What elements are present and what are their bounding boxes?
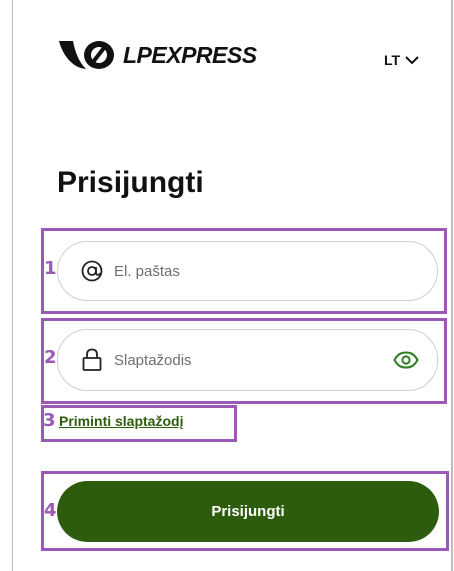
- callout-number-3: 3: [43, 410, 56, 431]
- email-field[interactable]: [57, 241, 438, 301]
- language-label: LT: [384, 52, 401, 68]
- password-input[interactable]: [114, 351, 393, 369]
- forgot-password-link[interactable]: Priminti slaptažodį: [59, 413, 183, 429]
- callout-number-4: 4: [44, 500, 57, 521]
- callout-number-1: 1: [44, 258, 57, 279]
- lock-icon: [80, 348, 104, 372]
- callout-number-2: 2: [44, 347, 57, 368]
- at-sign-icon: [80, 259, 104, 283]
- frame-border-right: [451, 0, 453, 571]
- lpexpress-logo-icon: [59, 41, 114, 69]
- frame-border-left: [12, 0, 13, 571]
- password-field[interactable]: [57, 329, 438, 391]
- logo-text: LPEXPRESS: [123, 41, 257, 68]
- language-selector[interactable]: LT: [384, 52, 419, 68]
- email-input[interactable]: [114, 262, 419, 280]
- page-title: Prisijungti: [57, 166, 204, 199]
- chevron-down-icon: [405, 55, 419, 64]
- brand-logo[interactable]: LPEXPRESS: [57, 38, 257, 72]
- login-button[interactable]: Prisijungti: [57, 481, 439, 542]
- eye-icon[interactable]: [393, 351, 419, 369]
